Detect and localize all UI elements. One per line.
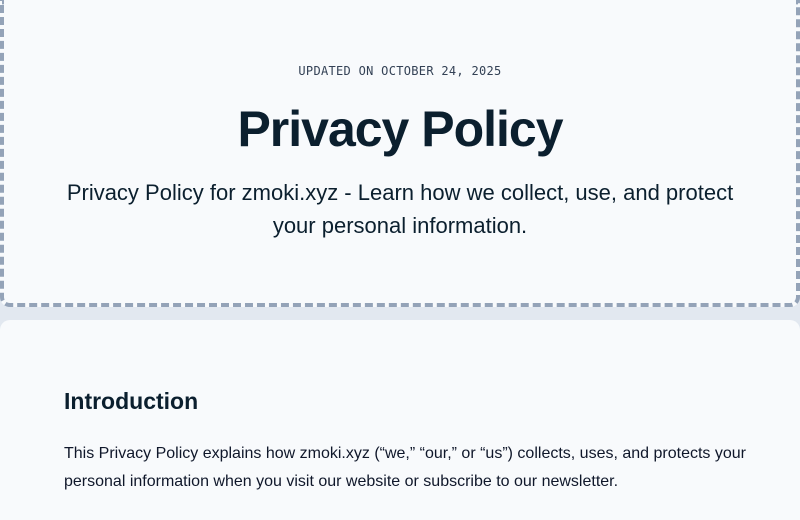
page-subtitle: Privacy Policy for zmoki.xyz - Learn how… [66,180,734,238]
page-header-card: UPDATED ON OCTOBER 24, 2025 Privacy Poli… [0,0,800,307]
introduction-heading: Introduction [64,388,199,414]
introduction-paragraph: This Privacy Policy explains how zmoki.x… [64,445,746,490]
updated-date: UPDATED ON OCTOBER 24, 2025 [298,64,502,78]
page-title: Privacy Policy [237,101,563,157]
